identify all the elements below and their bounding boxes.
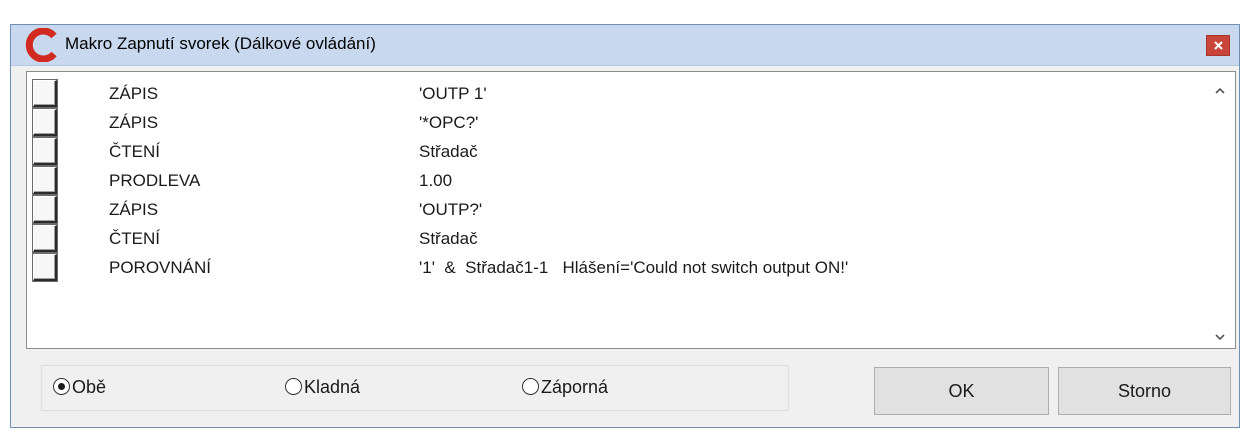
radio-circle[interactable]	[522, 378, 539, 395]
radio-label[interactable]: Kladná	[304, 377, 360, 398]
list-item[interactable]: ZÁPIS '*OPC?'	[27, 109, 1202, 138]
command-name: PRODLEVA	[109, 171, 201, 190]
cancel-button[interactable]: Storno	[1058, 367, 1231, 415]
scroll-up-icon[interactable]	[1212, 84, 1228, 98]
command-list[interactable]: ZÁPIS 'OUTP 1' ZÁPIS '*OPC?' ČTENÍ Střad…	[26, 71, 1236, 349]
list-item[interactable]: ZÁPIS 'OUTP 1'	[27, 80, 1202, 109]
radio-circle[interactable]	[285, 378, 302, 395]
radio-selected-dot	[58, 383, 65, 390]
scroll-down-icon[interactable]	[1212, 330, 1228, 344]
radio-circle[interactable]	[53, 378, 70, 395]
list-item[interactable]: ČTENÍ Střadač	[27, 225, 1202, 254]
command-parameter: 'OUTP?'	[419, 200, 483, 219]
ok-button[interactable]: OK	[874, 367, 1049, 415]
command-parameter: '*OPC?'	[419, 113, 479, 132]
window-title: Makro Zapnutí svorek (Dálkové ovládání)	[65, 34, 376, 53]
radio-label[interactable]: Obě	[72, 377, 106, 398]
row-checkbox[interactable]	[33, 254, 57, 281]
row-checkbox[interactable]	[33, 80, 57, 107]
command-name: ČTENÍ	[109, 229, 160, 248]
close-button[interactable]	[1206, 35, 1230, 56]
command-name: ZÁPIS	[109, 84, 159, 103]
command-name: ZÁPIS	[109, 200, 159, 219]
list-item[interactable]: ZÁPIS 'OUTP?'	[27, 196, 1202, 225]
command-parameter: 'OUTP 1'	[419, 84, 487, 103]
list-item[interactable]: ČTENÍ Střadač	[27, 138, 1202, 167]
row-checkbox[interactable]	[33, 109, 57, 136]
command-parameter: '1' & Střadač1-1 Hlášení='Could not swit…	[419, 258, 849, 277]
polarity-radio-group: Obě Kladná Záporná	[41, 365, 789, 411]
row-checkbox[interactable]	[33, 196, 57, 223]
list-item[interactable]: POROVNÁNÍ '1' & Střadač1-1 Hlášení='Coul…	[27, 254, 1202, 283]
command-name: ZÁPIS	[109, 113, 159, 132]
command-name: ČTENÍ	[109, 142, 160, 161]
title-bar[interactable]: Makro Zapnutí svorek (Dálkové ovládání)	[11, 25, 1239, 66]
app-logo-icon	[25, 28, 57, 62]
list-item[interactable]: PRODLEVA 1.00	[27, 167, 1202, 196]
command-parameter: Střadač	[419, 142, 478, 161]
row-checkbox[interactable]	[33, 138, 57, 165]
radio-label[interactable]: Záporná	[541, 377, 608, 398]
command-parameter: Střadač	[419, 229, 478, 248]
row-checkbox[interactable]	[33, 225, 57, 252]
command-parameter: 1.00	[419, 171, 453, 190]
command-name: POROVNÁNÍ	[109, 258, 212, 277]
macro-dialog: Makro Zapnutí svorek (Dálkové ovládání) …	[10, 24, 1240, 428]
close-icon	[1214, 41, 1223, 50]
row-checkbox[interactable]	[33, 167, 57, 194]
